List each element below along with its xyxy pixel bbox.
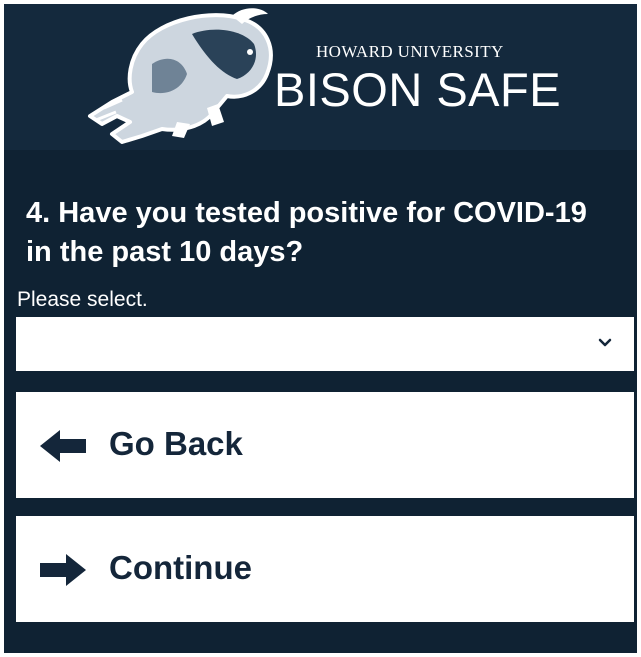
arrow-left-icon [40,430,86,462]
go-back-button[interactable]: Go Back [16,392,634,498]
app-screen: HOWARD UNIVERSITY BISON SAFE 4. Have you… [4,4,637,653]
header-banner: HOWARD UNIVERSITY BISON SAFE [4,4,637,150]
continue-label: Continue [109,549,252,586]
go-back-label: Go Back [109,425,243,462]
question-text: 4. Have you tested positive for COVID-19… [26,197,587,268]
continue-button[interactable]: Continue [16,516,634,622]
arrow-right-icon [40,554,86,586]
chevron-down-icon [598,338,612,347]
answer-dropdown[interactable] [16,317,634,371]
app-title: BISON SAFE [274,63,562,116]
select-label: Please select. [17,288,148,311]
organization-name: HOWARD UNIVERSITY [316,42,504,61]
bison-mascot-icon [88,8,273,144]
